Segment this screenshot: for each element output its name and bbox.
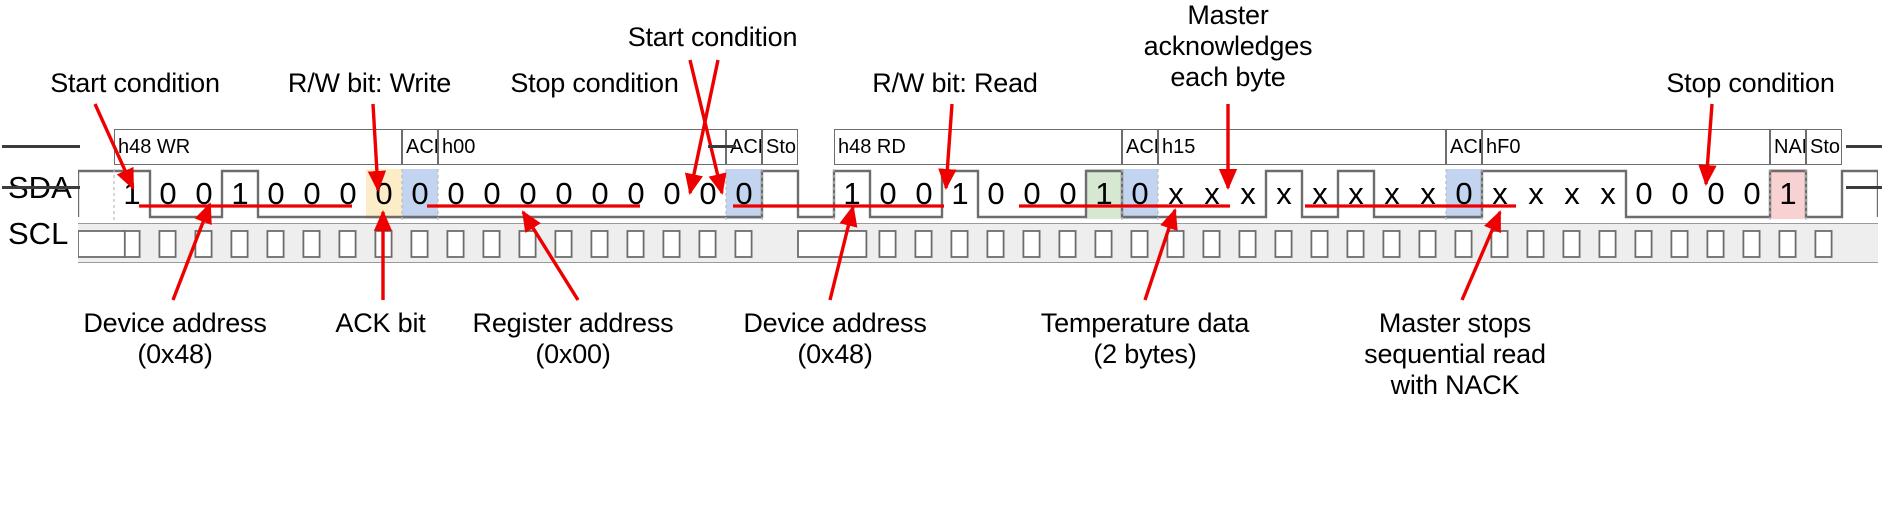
scl-clock-pulse: [410, 230, 429, 258]
scl-clock-pulse: [446, 230, 465, 258]
scl-clock-pulse: [1166, 230, 1185, 258]
scl-clock-pulse: [1382, 230, 1401, 258]
scl-clock-pulse: [554, 230, 573, 258]
byte-field-stop: Stop: [1806, 129, 1842, 165]
annotation-stop-condition-1: Stop condition: [510, 68, 679, 98]
annotation-master-acknowledges-each-byte: Master acknowledges each byte: [1143, 0, 1313, 92]
signal-label-scl: SCL: [8, 216, 69, 251]
scl-clock-pulse: [626, 230, 645, 258]
annotation-rw-bit-write: R/W bit: Write: [287, 68, 452, 98]
annotation-start-condition-2: Start condition: [627, 22, 798, 52]
byte-field-ack: ACK: [1122, 129, 1158, 165]
sda-idle-rail-left: [2, 145, 80, 148]
annotation-device-address-1: Device address (0x48): [83, 308, 267, 369]
scl-clock-pulse: [1706, 230, 1725, 258]
scl-clock-pulse: [1490, 230, 1509, 258]
timing-diagram-stage: Start condition R/W bit: Write Stop cond…: [0, 0, 1882, 512]
scl-clock-pulse: [590, 230, 609, 258]
scl-clock-pulse: [158, 230, 177, 258]
byte-field-strip: h48 WRACKh00ACKStoph48 RDACKh15ACKhF0NAK…: [78, 127, 1878, 167]
scl-clock-pulse: [662, 230, 681, 258]
scl-clock-pulse: [1130, 230, 1149, 258]
scl-clock-pulse: [266, 230, 285, 258]
annotation-master-stops-sequential-read: Master stops sequential read with NACK: [1364, 308, 1546, 400]
scl-clock-pulse: [914, 230, 933, 258]
byte-field-stop: Stop: [762, 129, 798, 165]
byte-field-h48-wr: h48 WR: [114, 129, 402, 165]
scl-clock-pulse: [122, 230, 141, 258]
scl-clock-pulse: [1310, 230, 1329, 258]
byte-field-h15: h15: [1158, 129, 1446, 165]
scl-clock-pulse: [1814, 230, 1833, 258]
scl-clock-pulse: [1742, 230, 1761, 258]
scl-clock-pulse: [1418, 230, 1437, 258]
scl-clock-pulse: [374, 230, 393, 258]
sda-waveform: [78, 169, 1878, 221]
scl-clock-pulse: [1094, 230, 1113, 258]
scl-clock-pulse: [734, 230, 753, 258]
scl-clock-pulse: [1454, 230, 1473, 258]
scl-clock-pulse: [986, 230, 1005, 258]
scl-clock-pulse: [1346, 230, 1365, 258]
annotation-ack-bit: ACK bit: [335, 308, 426, 338]
byte-field-h00: h00: [438, 129, 726, 165]
sda-waveform-path: [78, 169, 1878, 219]
byte-field-ack: ACK: [1446, 129, 1482, 165]
scl-clock-pulse: [878, 230, 897, 258]
scl-clock-pulse: [1634, 230, 1653, 258]
waveform-area: h48 WRACKh00ACKStoph48 RDACKh15ACKhF0NAK…: [78, 127, 1878, 263]
annotation-device-address-2: Device address (0x48): [743, 308, 927, 369]
scl-clock-pulse: [338, 230, 357, 258]
annotation-temperature-data: Temperature data (2 bytes): [1040, 308, 1250, 369]
scl-clock-pulse: [302, 230, 321, 258]
scl-clock-pulse: [1058, 230, 1077, 258]
scl-idle-high: [78, 230, 126, 258]
scl-clock-pulse: [230, 230, 249, 258]
scl-clock-strip: [78, 223, 1878, 263]
byte-field-h48-rd: h48 RD: [834, 129, 1122, 165]
scl-clock-pulse: [950, 230, 969, 258]
sda-low-rail-left: [2, 186, 80, 189]
scl-clock-pulse: [1562, 230, 1581, 258]
scl-clock-pulse: [1274, 230, 1293, 258]
scl-clock-pulse: [698, 230, 717, 258]
scl-idle-high: [797, 230, 868, 258]
scl-clock-pulse: [1598, 230, 1617, 258]
byte-field-hf0: hF0: [1482, 129, 1770, 165]
scl-clock-pulse: [1670, 230, 1689, 258]
scl-clock-pulse: [1778, 230, 1797, 258]
scl-clock-pulse: [1022, 230, 1041, 258]
annotation-start-condition-1: Start condition: [50, 68, 220, 98]
scl-clock-pulse: [1202, 230, 1221, 258]
sda-idle-rail-right: [1846, 145, 1882, 148]
scl-clock-pulse: [518, 230, 537, 258]
byte-field-nak: NAK: [1770, 129, 1806, 165]
scl-clock-pulse: [482, 230, 501, 258]
annotation-stop-condition-2: Stop condition: [1666, 68, 1835, 98]
scl-clock-pulse: [1526, 230, 1545, 258]
scl-clock-pulse: [1238, 230, 1257, 258]
byte-field-ack: ACK: [402, 129, 438, 165]
annotation-register-address: Register address (0x00): [472, 308, 674, 369]
sda-idle-rail-mid: [708, 145, 736, 148]
sda-low-rail-right: [1846, 186, 1882, 189]
scl-waveform: [78, 230, 1833, 258]
scl-clock-pulse: [194, 230, 213, 258]
annotation-rw-bit-read: R/W bit: Read: [872, 68, 1038, 98]
